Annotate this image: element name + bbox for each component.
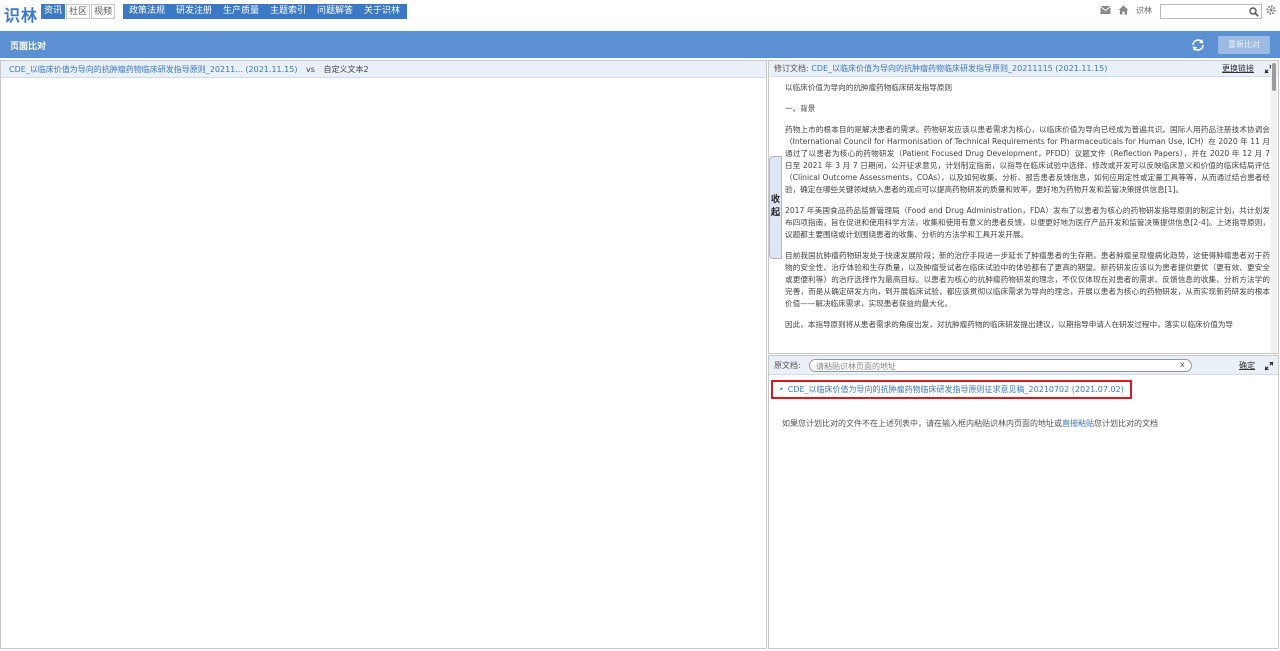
gear-icon[interactable] [1266,5,1276,15]
revision-document-content: 以临床价值为导向的抗肿瘤药物临床研发指导原则 一、背景 药物上市的根本目的是解决… [785,82,1270,340]
original-doc-list-item[interactable]: • CDE_以临床价值为导向的抗肿瘤药物临床研发指导原则征求意见稿_2021070… [771,380,1132,399]
clear-input-button[interactable]: x [1180,360,1185,369]
recompare-button[interactable]: 重新比对 [1218,36,1270,54]
doc-section-heading: 一、背景 [785,104,816,113]
site-search-box[interactable] [1160,4,1262,19]
original-document-header: 原文档: x 确定 [769,356,1278,375]
page-title: 页面比对 [10,42,47,52]
revision-document-pane: 修订文档: CDE_以临床价值为导向的抗肿瘤药物临床研发指导原则_2021111… [768,60,1279,354]
segment-news[interactable]: 资讯 [41,4,65,19]
site-logo[interactable]: 识林 [4,2,38,26]
comparison-doc-title[interactable]: CDE_以临床价值为导向的抗肿瘤药物临床研发指导原则_20211... (202… [9,65,297,74]
revision-doc-title[interactable]: CDE_以临床价值为导向的抗肿瘤药物临床研发指导原则_20211115 (202… [811,64,1107,73]
home-icon[interactable] [1118,5,1129,15]
doc-paragraph: 目前我国抗肿瘤药物研发处于快速发展阶段；新的治疗手段进一步延长了肿瘤患者的生存期… [785,251,1270,308]
search-icon[interactable] [1249,7,1259,17]
menu-item-qa[interactable]: 问题解答 [317,4,353,19]
menu-item-policy[interactable]: 政策法规 [129,4,165,19]
menu-item-rd-registration[interactable]: 研发注册 [176,4,212,19]
scrollbar-track[interactable] [1271,61,1277,353]
original-document-pane: 原文档: x 确定 • CDE_以临床价值为导向的抗肿瘤药物临床研发指导原则征求意… [768,355,1279,649]
main-menu: 政策法规 研发注册 生产质量 主题索引 问题解答 关于识林 [123,4,407,19]
revision-label: 修订文档: [774,64,809,73]
bullet-icon: • [779,385,784,394]
mail-icon[interactable] [1100,5,1111,15]
original-label: 原文档: [774,361,801,370]
scrollbar-thumb[interactable] [1272,63,1276,91]
confirm-button[interactable]: 确定 [1239,360,1255,371]
paste-directly-link[interactable]: 直接粘贴 [1062,419,1094,428]
sync-icon[interactable] [1191,38,1205,52]
comparison-other-doc: 自定义文本2 [323,65,369,74]
revision-document-header: 修订文档: CDE_以临床价值为导向的抗肿瘤药物临床研发指导原则_2021111… [769,61,1278,77]
help-text-pre: 如果您计划比对的文件不在上述列表中，请在输入框内粘贴识林内页面的地址或 [782,419,1062,428]
original-doc-link[interactable]: CDE_以临床价值为导向的抗肿瘤药物临床研发指导原则征求意见稿_20210702… [788,385,1124,394]
segment-video[interactable]: 视频 [91,4,115,19]
user-link[interactable]: 识林 [1136,5,1152,16]
comparison-result-pane: CDE_以临床价值为导向的抗肿瘤药物临床研发指导原则_20211... (202… [0,60,767,649]
menu-item-topic-index[interactable]: 主题索引 [270,4,306,19]
doc-paragraph: 药物上市的根本目的是解决患者的需求。药物研发应该以患者需求为核心，以临床价值为导… [785,125,1270,194]
comparison-result-header: CDE_以临床价值为导向的抗肿瘤药物临床研发指导原则_20211... (202… [1,61,766,78]
help-text-post: 您计划比对的文档 [1094,419,1158,428]
url-input-wrapper: x [809,359,1192,372]
segment-community[interactable]: 社区 [66,4,90,19]
collapse-label-1: 收 [770,195,780,205]
vs-label: vs [306,65,315,74]
top-navigation-bar: 识林 资讯 社区 视频 政策法规 研发注册 生产质量 主题索引 问题解答 关于识… [0,0,1280,31]
compare-header: 页面比对 重新比对 [0,31,1280,58]
doc-paragraph: 2017 年美国食品药品监督管理局（Food and Drug Administ… [785,206,1270,239]
collapse-toggle[interactable]: 收 起 [769,156,782,259]
collapse-label-2: 起 [770,208,780,218]
menu-item-about[interactable]: 关于识林 [364,4,400,19]
help-text: 如果您计划比对的文件不在上述列表中，请在输入框内粘贴识林内页面的地址或直接粘贴您… [782,418,1158,429]
change-link-button[interactable]: 更换链接 [1222,63,1254,74]
menu-item-production-quality[interactable]: 生产质量 [223,4,259,19]
doc-paragraph: 因此，本指导原则将从患者需求的角度出发，对抗肿瘤药物的临床研发提出建议，以期指导… [785,320,1234,329]
doc-heading: 以临床价值为导向的抗肿瘤药物临床研发指导原则 [785,83,953,92]
expand-icon[interactable] [1264,361,1274,371]
url-input[interactable] [816,361,1166,371]
